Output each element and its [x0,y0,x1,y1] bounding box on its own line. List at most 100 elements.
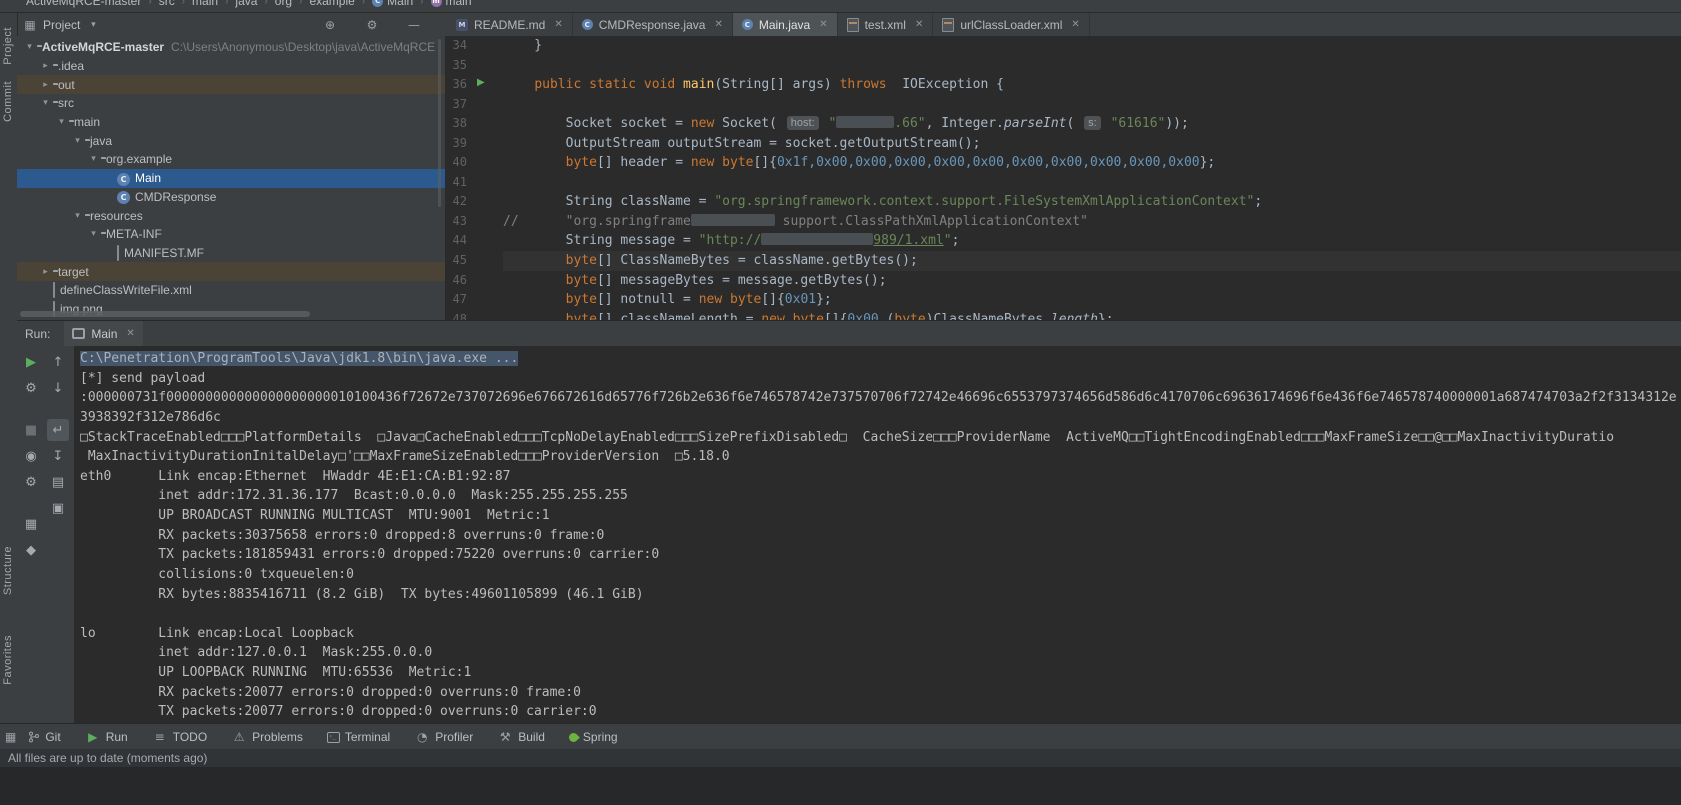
tree-item-activemqrce-master[interactable]: ▾ActiveMqRCE-masterC:\Users\Anonymous\De… [17,38,445,57]
breadcrumb-item[interactable]: CMain [372,0,413,8]
code-line-37: 37 [445,95,1681,115]
chevron-down-icon[interactable]: ▾ [39,98,52,108]
scroll-end-button[interactable]: ↧ [47,445,69,467]
breadcrumb-item[interactable]: example [309,0,354,8]
hide-button[interactable]: — [406,17,422,33]
settings-button[interactable]: ⚙ [20,471,42,493]
breadcrumb-separator: › [299,0,302,7]
stripe-project[interactable]: Project [2,27,14,65]
window-edge [0,767,1681,805]
code-line-38: 38 Socket socket = new Socket( host: ".6… [445,114,1681,134]
tree-item-org-example[interactable]: ▾org.example [17,150,445,169]
tab-urlclassloader-xml[interactable]: urlClassLoader.xml✕ [933,13,1089,36]
settings-button[interactable]: ⚙ [364,17,380,33]
chevron-right-icon[interactable]: ▸ [39,80,52,90]
wrench-button[interactable]: ⚙ [20,377,42,399]
down-button[interactable]: ↓ [47,377,69,399]
statusbar-run[interactable]: ▶Run [85,729,128,745]
tree-item-target[interactable]: ▸target [17,262,445,281]
console-line [80,604,1681,624]
screenshot-button[interactable]: ◉ [20,445,42,467]
tree-item-out[interactable]: ▸out [17,75,445,94]
soft-wrap-button[interactable]: ↵ [47,419,69,441]
chevron-down-icon[interactable]: ▾ [71,136,84,146]
console-line: RX packets:30375658 errors:0 dropped:8 o… [80,526,1681,546]
breadcrumb-item[interactable]: src [159,0,175,8]
close-tab-icon[interactable]: ✕ [1071,19,1079,30]
tree-item-manifest-mf[interactable]: MANIFEST.MF [17,244,445,263]
close-icon[interactable]: ✕ [126,328,134,339]
run-tab-main[interactable]: Main ✕ [64,321,142,346]
xml-icon [847,18,859,32]
breadcrumb-item[interactable]: ActiveMqRCE-master [26,0,141,8]
tab-main-java[interactable]: CMain.java✕ [733,13,838,36]
clear-button[interactable]: ▣ [47,497,69,519]
gutter: 39 [445,134,503,154]
project-tool-window-selector[interactable]: ▦ Project ▾ [22,13,101,36]
gutter: 37 [445,95,503,115]
close-tab-icon[interactable]: ✕ [819,19,827,30]
tree-vertical-scrollbar[interactable] [438,39,441,207]
close-tab-icon[interactable]: ✕ [554,19,562,30]
pin-button[interactable]: ◆ [20,539,42,561]
tab-test-xml[interactable]: test.xml✕ [838,13,934,36]
redaction-box [836,116,894,128]
stop-button[interactable]: ■ [20,419,42,441]
chevron-down-icon[interactable]: ▾ [23,42,36,52]
breadcrumb-item[interactable]: org [275,0,292,8]
breadcrumb-item[interactable]: main [192,0,218,8]
print-button[interactable]: ▤ [47,471,69,493]
run-line-icon[interactable]: ▶ [477,77,485,88]
file-icon [117,245,119,261]
breadcrumb-item[interactable]: java [235,0,257,8]
markdown-icon: M [456,19,468,31]
statusbar-terminal[interactable]: ›_Terminal [327,730,390,744]
tree-item-resources[interactable]: ▾resources [17,206,445,225]
gutter: 42 [445,192,503,212]
tree-item-defineclasswritefile-xml[interactable]: defineClassWriteFile.xml [17,281,445,300]
tool-windows-icon[interactable]: ▦ [5,730,16,744]
tree-item-main[interactable]: ▾main [17,113,445,132]
redaction-box [691,214,775,226]
tree-item-java[interactable]: ▾java [17,131,445,150]
close-tab-icon[interactable]: ✕ [714,19,722,30]
breadcrumb-item[interactable]: mmain [431,0,472,8]
tree-item--idea[interactable]: ▸.idea [17,57,445,76]
chevron-right-icon[interactable]: ▸ [39,267,52,277]
build-icon: ⚒ [497,729,513,745]
grid-button[interactable]: ▦ [20,513,42,535]
breadcrumb-separator: › [225,0,228,7]
stripe-favorites[interactable]: Favorites [2,635,14,685]
up-button[interactable]: ↑ [47,351,69,373]
chevron-right-icon[interactable]: ▸ [39,61,52,71]
code-editor[interactable]: 34 }3536▶ public static void main(String… [445,36,1681,320]
statusbar-profiler[interactable]: ◔Profiler [414,729,473,745]
chevron-down-icon[interactable]: ▾ [87,154,100,164]
chevron-down-icon[interactable]: ▾ [55,117,68,127]
run-console[interactable]: C:\Penetration\ProgramTools\Java\jdk1.8\… [74,346,1681,723]
tab-cmdresponse-java[interactable]: CCMDResponse.java✕ [573,13,733,36]
chevron-down-icon[interactable]: ▾ [87,229,100,239]
tree-item-main[interactable]: CMain [17,169,445,188]
tree-item-src[interactable]: ▾src [17,94,445,113]
class-icon: C [582,19,593,30]
stripe-structure[interactable]: Structure [2,546,14,595]
statusbar-git[interactable]: Git [28,730,60,744]
problems-icon: ⚠ [231,729,247,745]
statusbar-spring[interactable]: Spring [569,730,618,744]
rerun-button[interactable]: ▶ [20,351,42,373]
tree-item-cmdresponse[interactable]: CCMDResponse [17,188,445,207]
close-tab-icon[interactable]: ✕ [915,19,923,30]
command-line[interactable]: C:\Penetration\ProgramTools\Java\jdk1.8\… [80,351,518,366]
tree-horizontal-scrollbar[interactable] [20,311,310,317]
chevron-down-icon[interactable]: ▾ [71,211,84,221]
statusbar-problems[interactable]: ⚠Problems [231,729,303,745]
locate-button[interactable]: ⊕ [322,17,338,33]
tab-readme-md[interactable]: MREADME.md✕ [447,13,573,36]
statusbar-build[interactable]: ⚒Build [497,729,545,745]
stripe-commit[interactable]: Commit [2,81,14,122]
statusbar-todo[interactable]: ≡TODO [152,729,207,745]
settings-icon: ⚙ [364,17,380,33]
console-line: □StackTraceEnabled□□□PlatformDetails □Ja… [80,428,1681,448]
tree-item-meta-inf[interactable]: ▾META-INF [17,225,445,244]
